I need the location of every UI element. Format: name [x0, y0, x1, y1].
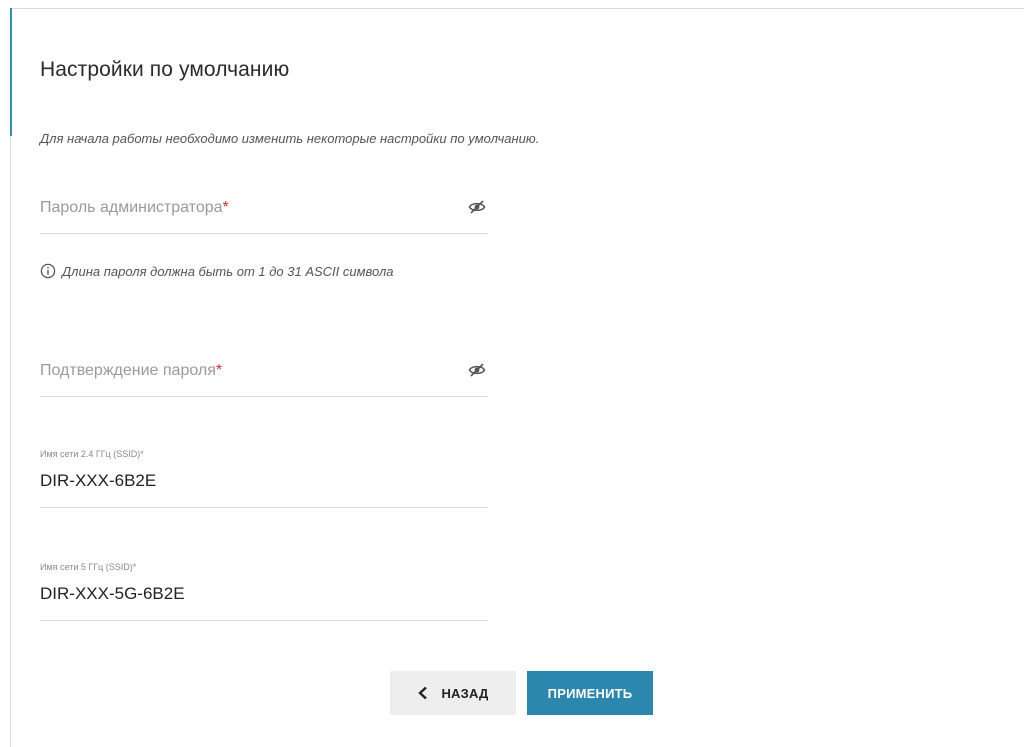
accent-bar — [10, 8, 12, 136]
ssid-5-label: Имя сети 5 ГГц (SSID)* — [40, 562, 137, 572]
eye-off-icon[interactable] — [468, 199, 486, 215]
ssid-24-field[interactable]: Имя сети 2.4 ГГц (SSID)* DIR-XXX-6B2E — [40, 449, 488, 508]
password-hint: Длина пароля должна быть от 1 до 31 ASCI… — [40, 263, 394, 279]
ssid-5-value[interactable]: DIR-XXX-5G-6B2E — [40, 584, 185, 604]
chevron-left-icon — [418, 686, 428, 700]
required-mark: * — [215, 362, 223, 379]
required-mark: * — [222, 199, 229, 216]
password-hint-text: Длина пароля должна быть от 1 до 31 ASCI… — [62, 263, 394, 279]
page-title: Настройки по умолчанию — [40, 58, 290, 81]
admin-password-placeholder: Пароль администратора* — [40, 199, 229, 216]
ssid-24-label: Имя сети 2.4 ГГц (SSID)* — [40, 449, 144, 459]
apply-button-label: ПРИМЕНИТЬ — [547, 685, 633, 701]
apply-button[interactable]: ПРИМЕНИТЬ — [527, 671, 653, 715]
confirm-password-placeholder: Подтверждение пароля* — [40, 362, 223, 379]
confirm-password-field[interactable]: Подтверждение пароля* — [40, 356, 488, 397]
back-button-label: НАЗАД — [441, 685, 489, 701]
intro-text: Для начала работы необходимо изменить не… — [40, 131, 540, 146]
ssid-24-value[interactable]: DIR-XXX-6B2E — [40, 471, 156, 491]
back-button[interactable]: НАЗАД — [390, 671, 516, 715]
admin-password-field[interactable]: Пароль администратора* — [40, 193, 488, 234]
eye-off-icon[interactable] — [468, 362, 486, 378]
info-icon — [40, 263, 56, 279]
ssid-5-field[interactable]: Имя сети 5 ГГц (SSID)* DIR-XXX-5G-6B2E — [40, 562, 488, 621]
